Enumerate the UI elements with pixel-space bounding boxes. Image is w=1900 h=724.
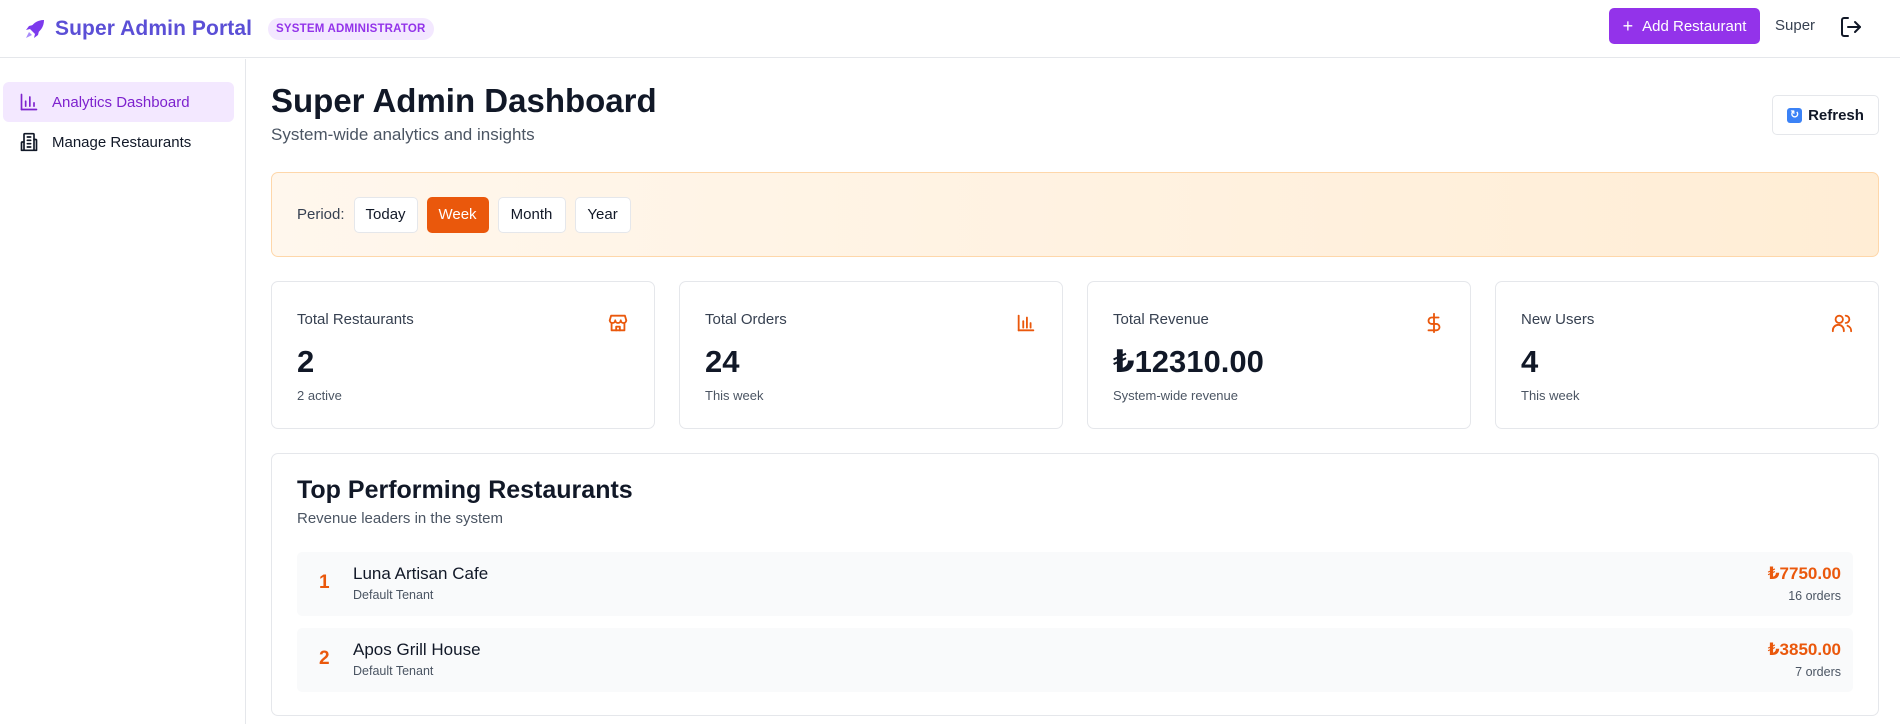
app-title: Super Admin Portal [55, 16, 253, 40]
sidebar-item-label: Analytics Dashboard [52, 93, 190, 111]
brand[interactable]: Super Admin Portal [22, 16, 252, 42]
stat-sub: This week [705, 388, 764, 403]
add-restaurant-button[interactable]: + Add Restaurant [1609, 8, 1760, 44]
restaurant-orders: 7 orders [1795, 665, 1841, 679]
section-title: Top Performing Restaurants [297, 476, 633, 504]
restaurant-name: Apos Grill House [353, 640, 481, 659]
tenant-name: Default Tenant [353, 664, 434, 678]
building-icon [18, 131, 40, 153]
sidebar-item-analytics-dashboard[interactable]: Analytics Dashboard [3, 82, 234, 122]
period-year-button[interactable]: Year [574, 196, 631, 233]
stat-sub: System-wide revenue [1113, 388, 1238, 403]
role-badge: SYSTEM ADMINISTRATOR [268, 17, 434, 40]
stat-sub: 2 active [297, 388, 342, 403]
restaurant-orders: 16 orders [1788, 589, 1841, 603]
tenant-name: Default Tenant [353, 588, 434, 602]
stat-card-total-restaurants: Total Restaurants 2 2 active [271, 281, 655, 429]
stat-sub: This week [1521, 388, 1580, 403]
logout-icon[interactable] [1839, 15, 1863, 39]
stat-label: Total Restaurants [297, 311, 414, 328]
users-icon [1831, 312, 1855, 336]
stat-label: New Users [1521, 311, 1595, 328]
page-title: Super Admin Dashboard [271, 82, 657, 119]
store-icon [607, 312, 631, 336]
refresh-button[interactable]: ↻ Refresh [1772, 95, 1879, 135]
refresh-icon: ↻ [1787, 107, 1803, 123]
period-label: Period: [297, 206, 345, 223]
restaurant-revenue: ₺7750.00 [1767, 564, 1841, 583]
user-name[interactable]: Super [1775, 17, 1815, 34]
list-item[interactable]: 2 Apos Grill House Default Tenant ₺3850.… [297, 628, 1853, 692]
period-week-button[interactable]: Week [426, 196, 489, 233]
top-restaurants-panel: Top Performing Restaurants Revenue leade… [271, 453, 1879, 716]
restaurant-name: Luna Artisan Cafe [353, 564, 489, 583]
restaurant-revenue: ₺3850.00 [1767, 640, 1841, 659]
period-month-button[interactable]: Month [497, 196, 566, 233]
period-today-button[interactable]: Today [353, 196, 418, 233]
sidebar-item-manage-restaurants[interactable]: Manage Restaurants [3, 122, 234, 162]
rank-number: 1 [319, 572, 330, 593]
page-subtitle: System-wide analytics and insights [271, 125, 535, 144]
bar-chart-icon [18, 91, 40, 113]
sidebar-item-label: Manage Restaurants [52, 133, 192, 151]
list-item[interactable]: 1 Luna Artisan Cafe Default Tenant ₺7750… [297, 552, 1853, 616]
stat-card-new-users: New Users 4 This week [1495, 281, 1879, 429]
add-restaurant-label: Add Restaurant [1642, 17, 1747, 35]
dollar-icon [1423, 312, 1447, 336]
plus-icon: + [1622, 16, 1634, 36]
stat-label: Total Revenue [1113, 311, 1209, 328]
refresh-label: Refresh [1808, 106, 1864, 124]
stat-card-total-revenue: Total Revenue ₺12310.00 System-wide reve… [1087, 281, 1471, 429]
rank-number: 2 [319, 648, 330, 669]
stat-value: 24 [705, 344, 740, 379]
sidebar: Analytics Dashboard Manage Restaurants [0, 59, 246, 724]
rocket-icon [22, 16, 48, 42]
stat-value: 2 [297, 344, 315, 379]
top-header: Super Admin Portal SYSTEM ADMINISTRATOR … [0, 0, 1900, 58]
stat-value: ₺12310.00 [1113, 344, 1264, 379]
stat-label: Total Orders [705, 311, 787, 328]
stat-value: 4 [1521, 344, 1539, 379]
stat-card-total-orders: Total Orders 24 This week [679, 281, 1063, 429]
section-subtitle: Revenue leaders in the system [297, 510, 503, 527]
period-filter: Period: Today Week Month Year [271, 172, 1879, 257]
bar-chart-icon [1015, 312, 1039, 336]
